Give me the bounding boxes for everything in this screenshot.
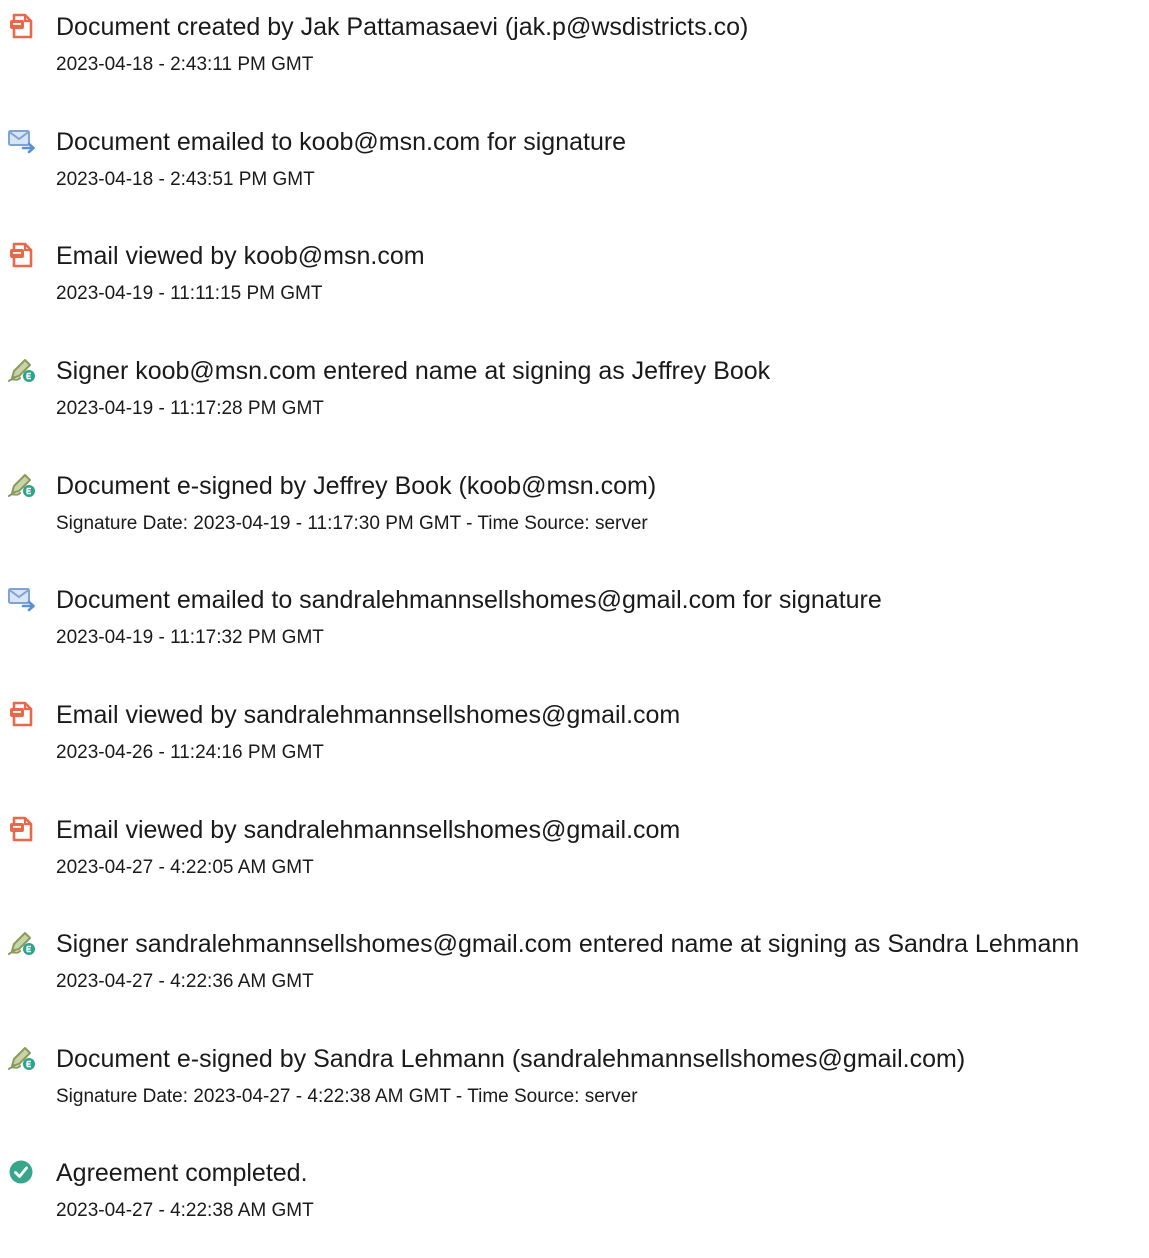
- event-timestamp: 2023-04-27 - 4:22:38 AM GMT: [56, 1200, 314, 1221]
- event-title: Document emailed to sandralehmannsellsho…: [56, 586, 882, 614]
- event-title: Email viewed by sandralehmannsellshomes@…: [56, 816, 681, 844]
- document-created-icon: [8, 12, 36, 40]
- event-timestamp: Signature Date: 2023-04-19 - 11:17:30 PM…: [56, 513, 648, 534]
- event-title: Document emailed to koob@msn.com for sig…: [56, 128, 627, 156]
- event-title: Signer sandralehmannsellshomes@gmail.com…: [56, 930, 1080, 958]
- event-timestamp: 2023-04-19 - 11:11:15 PM GMT: [56, 283, 323, 304]
- history-event: Document e-signed by Sandra Lehmann (san…: [0, 1044, 1149, 1144]
- document-viewed-icon: [8, 700, 36, 728]
- event-timestamp: Signature Date: 2023-04-27 - 4:22:38 AM …: [56, 1086, 638, 1107]
- e-sign-pen-icon: [8, 356, 36, 384]
- e-sign-pen-icon: [8, 471, 36, 499]
- event-title: Email viewed by sandralehmannsellshomes@…: [56, 701, 681, 729]
- event-title: Document e-signed by Jeffrey Book (koob@…: [56, 472, 657, 500]
- event-title: Agreement completed.: [56, 1159, 308, 1187]
- event-title: Document created by Jak Pattamasaevi (ja…: [56, 13, 749, 41]
- history-event: Document e-signed by Jeffrey Book (koob@…: [0, 471, 1149, 571]
- document-viewed-icon: [8, 241, 36, 269]
- history-event: Email viewed by sandralehmannsellshomes@…: [0, 700, 1149, 800]
- history-event: Email viewed by sandralehmannsellshomes@…: [0, 815, 1149, 915]
- document-viewed-icon: [8, 815, 36, 843]
- event-timestamp: 2023-04-27 - 4:22:36 AM GMT: [56, 971, 314, 992]
- email-sent-icon: [8, 585, 36, 613]
- e-sign-pen-icon: [8, 1044, 36, 1072]
- event-timestamp: 2023-04-27 - 4:22:05 AM GMT: [56, 857, 314, 878]
- history-event: Document emailed to koob@msn.com for sig…: [0, 127, 1149, 227]
- email-sent-icon: [8, 127, 36, 155]
- check-circle-icon: [8, 1158, 36, 1186]
- event-title: Signer koob@msn.com entered name at sign…: [56, 357, 771, 385]
- history-event: Document created by Jak Pattamasaevi (ja…: [0, 12, 1149, 112]
- history-event: Signer sandralehmannsellshomes@gmail.com…: [0, 929, 1149, 1029]
- history-event: Agreement completed. 2023-04-27 - 4:22:3…: [0, 1158, 1149, 1258]
- e-sign-pen-icon: [8, 929, 36, 957]
- history-event: Signer koob@msn.com entered name at sign…: [0, 356, 1149, 456]
- event-timestamp: 2023-04-26 - 11:24:16 PM GMT: [56, 742, 324, 763]
- event-timestamp: 2023-04-19 - 11:17:32 PM GMT: [56, 627, 324, 648]
- history-event: Document emailed to sandralehmannsellsho…: [0, 585, 1149, 685]
- event-timestamp: 2023-04-19 - 11:17:28 PM GMT: [56, 398, 324, 419]
- history-event: Email viewed by koob@msn.com 2023-04-19 …: [0, 241, 1149, 341]
- event-title: Document e-signed by Sandra Lehmann (san…: [56, 1045, 966, 1073]
- event-timestamp: 2023-04-18 - 2:43:11 PM GMT: [56, 54, 314, 75]
- event-title: Email viewed by koob@msn.com: [56, 242, 425, 270]
- event-timestamp: 2023-04-18 - 2:43:51 PM GMT: [56, 169, 315, 190]
